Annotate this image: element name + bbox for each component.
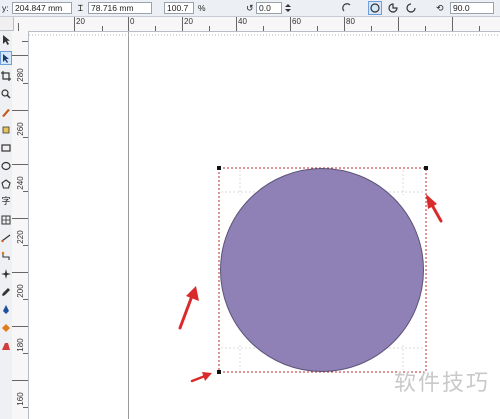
ellipse-shape[interactable] xyxy=(220,168,424,372)
annotation-arrow xyxy=(178,286,199,330)
annotation-arrow xyxy=(190,372,212,383)
selection-handle[interactable] xyxy=(217,166,221,170)
canvas-objects xyxy=(29,34,500,383)
annotation-arrow xyxy=(426,194,443,223)
watermark: 软件技巧 xyxy=(393,371,490,396)
selection-handle[interactable] xyxy=(217,370,221,374)
selection-handle[interactable] xyxy=(424,166,428,170)
